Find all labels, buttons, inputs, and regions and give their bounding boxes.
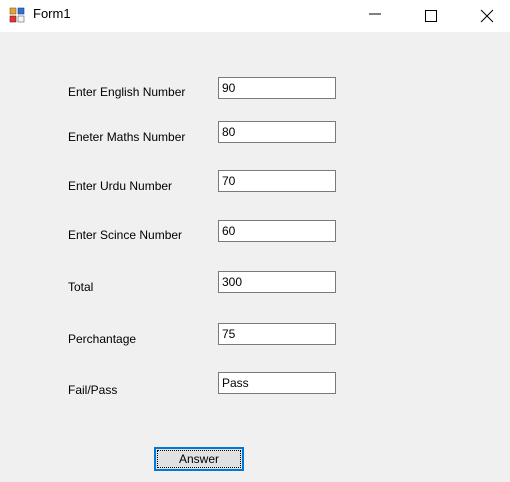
- english-number-input[interactable]: [218, 77, 336, 99]
- urdu-number-input[interactable]: [218, 170, 336, 192]
- form-icon[interactable]: [9, 7, 25, 23]
- window-title: Form1: [33, 6, 71, 21]
- minimize-button[interactable]: [352, 0, 398, 32]
- answer-button-label: Answer: [157, 450, 241, 468]
- maximize-button[interactable]: [408, 0, 454, 32]
- maths-number-input[interactable]: [218, 121, 336, 143]
- fail-pass-input[interactable]: [218, 372, 336, 394]
- urdu-number-label: Enter Urdu Number: [68, 179, 173, 193]
- percentage-label: Perchantage: [68, 332, 137, 346]
- maximize-icon: [425, 10, 437, 22]
- percentage-input[interactable]: [218, 323, 336, 345]
- close-icon: [480, 9, 494, 23]
- english-number-label: Enter English Number: [68, 85, 186, 99]
- minimize-icon: [369, 13, 381, 15]
- total-input[interactable]: [218, 271, 336, 293]
- science-number-label: Enter Scince Number: [68, 228, 183, 242]
- close-button[interactable]: [464, 0, 510, 32]
- maths-number-label: Eneter Maths Number: [68, 130, 186, 144]
- form-client-area: [0, 32, 510, 482]
- answer-button[interactable]: Answer: [154, 447, 244, 471]
- fail-pass-label: Fail/Pass: [68, 383, 118, 397]
- science-number-input[interactable]: [218, 220, 336, 242]
- total-label: Total: [68, 280, 94, 294]
- title-bar[interactable]: Form1: [0, 0, 510, 32]
